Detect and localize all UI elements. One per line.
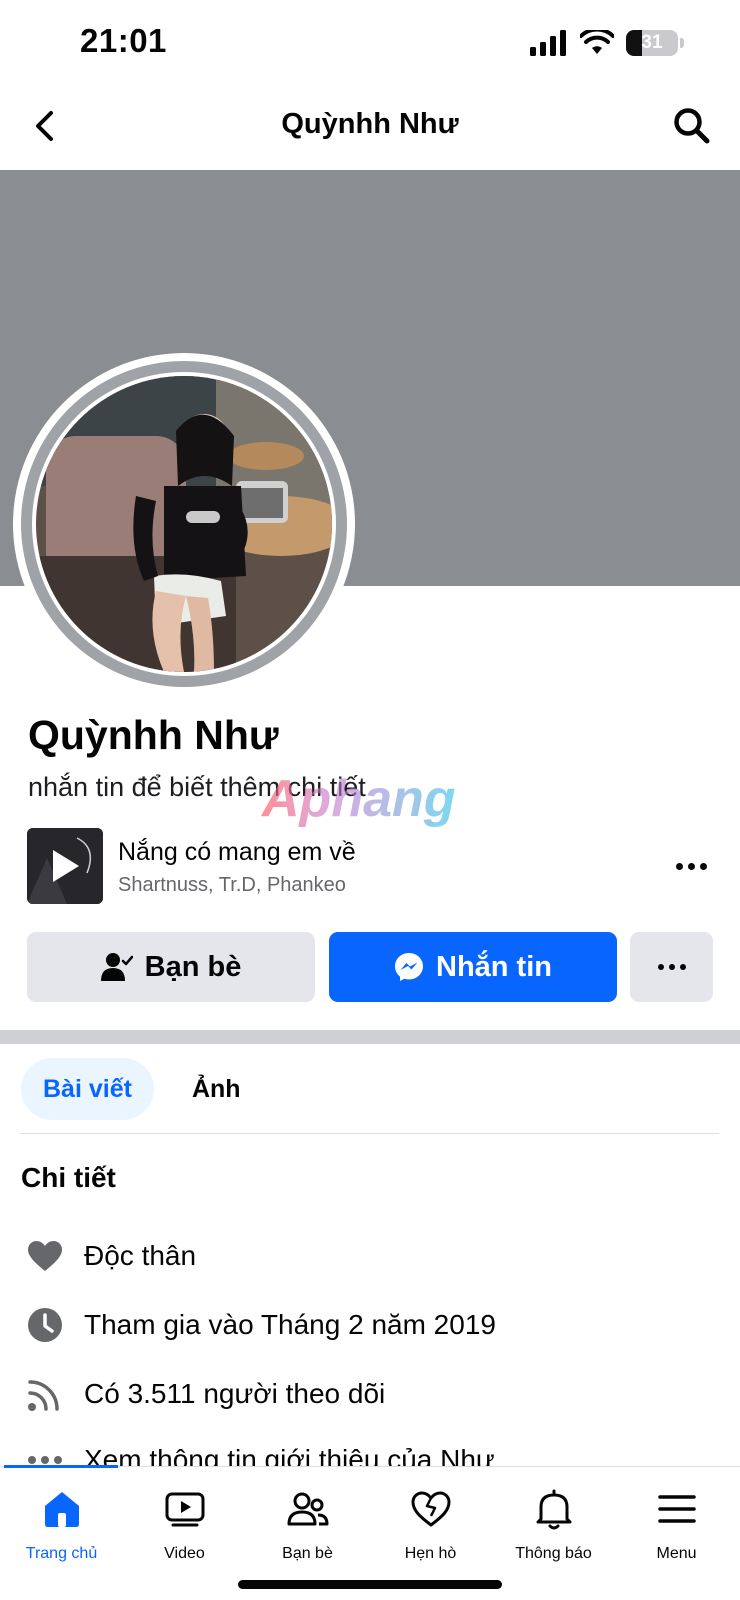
message-button[interactable]: Nhắn tin (329, 932, 617, 1002)
profile-name: Quỳnhh Như (28, 712, 279, 758)
friends-button[interactable]: Bạn bè (27, 932, 315, 1002)
messenger-icon (395, 953, 423, 981)
details-heading: Chi tiết (21, 1162, 116, 1193)
signal-icon (530, 30, 566, 56)
aphang-watermark-logo: Aphang (260, 770, 456, 828)
page-title: Quỳnhh Như (281, 108, 459, 140)
more-actions-button[interactable] (630, 932, 713, 1002)
nav-menu-label: Menu (656, 1545, 697, 1562)
detail-followers[interactable]: Có 3.511 người theo dõi (26, 1374, 385, 1414)
play-icon (53, 850, 79, 882)
more-dots-icon (657, 964, 664, 970)
video-icon (161, 1485, 209, 1533)
more-dots-icon (675, 862, 683, 870)
profile-tabs: Bài viết Ảnh (21, 1058, 263, 1120)
nav-video[interactable]: Video (123, 1485, 246, 1563)
profile-actions: Bạn bè Nhắn tin (27, 932, 713, 1002)
section-divider (0, 1030, 740, 1044)
nav-home-label: Trang chủ (25, 1545, 98, 1562)
home-indicator[interactable] (238, 1580, 502, 1589)
detail-followers-text: Có 3.511 người theo dõi (84, 1378, 386, 1409)
music-more-button[interactable] (669, 846, 713, 886)
wifi-icon (580, 30, 614, 54)
avatar-photo (36, 376, 332, 672)
nav-friends[interactable]: Bạn bè (246, 1485, 369, 1563)
detail-joined-text: Tham gia vào Tháng 2 năm 2019 (84, 1309, 496, 1340)
rss-icon (26, 1375, 64, 1413)
detail-relationship: Độc thân (26, 1236, 196, 1276)
tab-posts[interactable]: Bài viết (21, 1058, 154, 1120)
music-title: Nắng có mang em về (118, 838, 356, 866)
nav-dating-label: Hẹn hò (404, 1545, 457, 1562)
profile-avatar[interactable] (13, 353, 355, 695)
battery-icon: 31 (626, 30, 678, 56)
heart-icon (26, 1237, 64, 1275)
nav-video-label: Video (164, 1545, 205, 1562)
nav-dating[interactable]: Hẹn hò (369, 1485, 492, 1563)
message-button-label: Nhắn tin (436, 950, 552, 983)
status-icons: 31 (530, 26, 684, 60)
music-thumbnail[interactable] (27, 828, 103, 904)
friends-icon (284, 1485, 332, 1533)
search-button[interactable] (670, 104, 714, 148)
detail-joined: Tham gia vào Tháng 2 năm 2019 (26, 1305, 496, 1345)
battery-tip (680, 38, 684, 48)
dating-icon (407, 1485, 455, 1533)
status-time: 21:01 (80, 22, 167, 59)
active-tab-indicator (4, 1465, 118, 1468)
bell-icon (530, 1485, 578, 1533)
search-icon (674, 108, 710, 144)
nav-friends-label: Bạn bè (282, 1545, 333, 1562)
clock-icon (26, 1306, 64, 1344)
menu-icon (653, 1485, 701, 1533)
nav-home[interactable]: Trang chủ (0, 1485, 123, 1563)
nav-notifications-label: Thông báo (515, 1545, 592, 1562)
nav-menu[interactable]: Menu (615, 1485, 738, 1563)
friends-button-label: Bạn bè (144, 950, 242, 983)
profile-music[interactable]: Nắng có mang em về Shartnuss, Tr.D, Phan… (27, 828, 713, 906)
nav-header: Quỳnhh Như (0, 88, 740, 170)
detail-relationship-text: Độc thân (84, 1240, 197, 1271)
tab-photos[interactable]: Ảnh (170, 1058, 263, 1120)
home-icon (38, 1485, 86, 1533)
nav-notifications[interactable]: Thông báo (492, 1485, 615, 1563)
status-bar: 21:01 31 (0, 0, 740, 88)
battery-level: 31 (641, 32, 663, 53)
friend-check-icon (100, 953, 133, 981)
music-artists: Shartnuss, Tr.D, Phankeo (118, 874, 346, 896)
tabs-divider (21, 1133, 719, 1134)
svg-text:Aphang: Aphang (260, 770, 456, 828)
